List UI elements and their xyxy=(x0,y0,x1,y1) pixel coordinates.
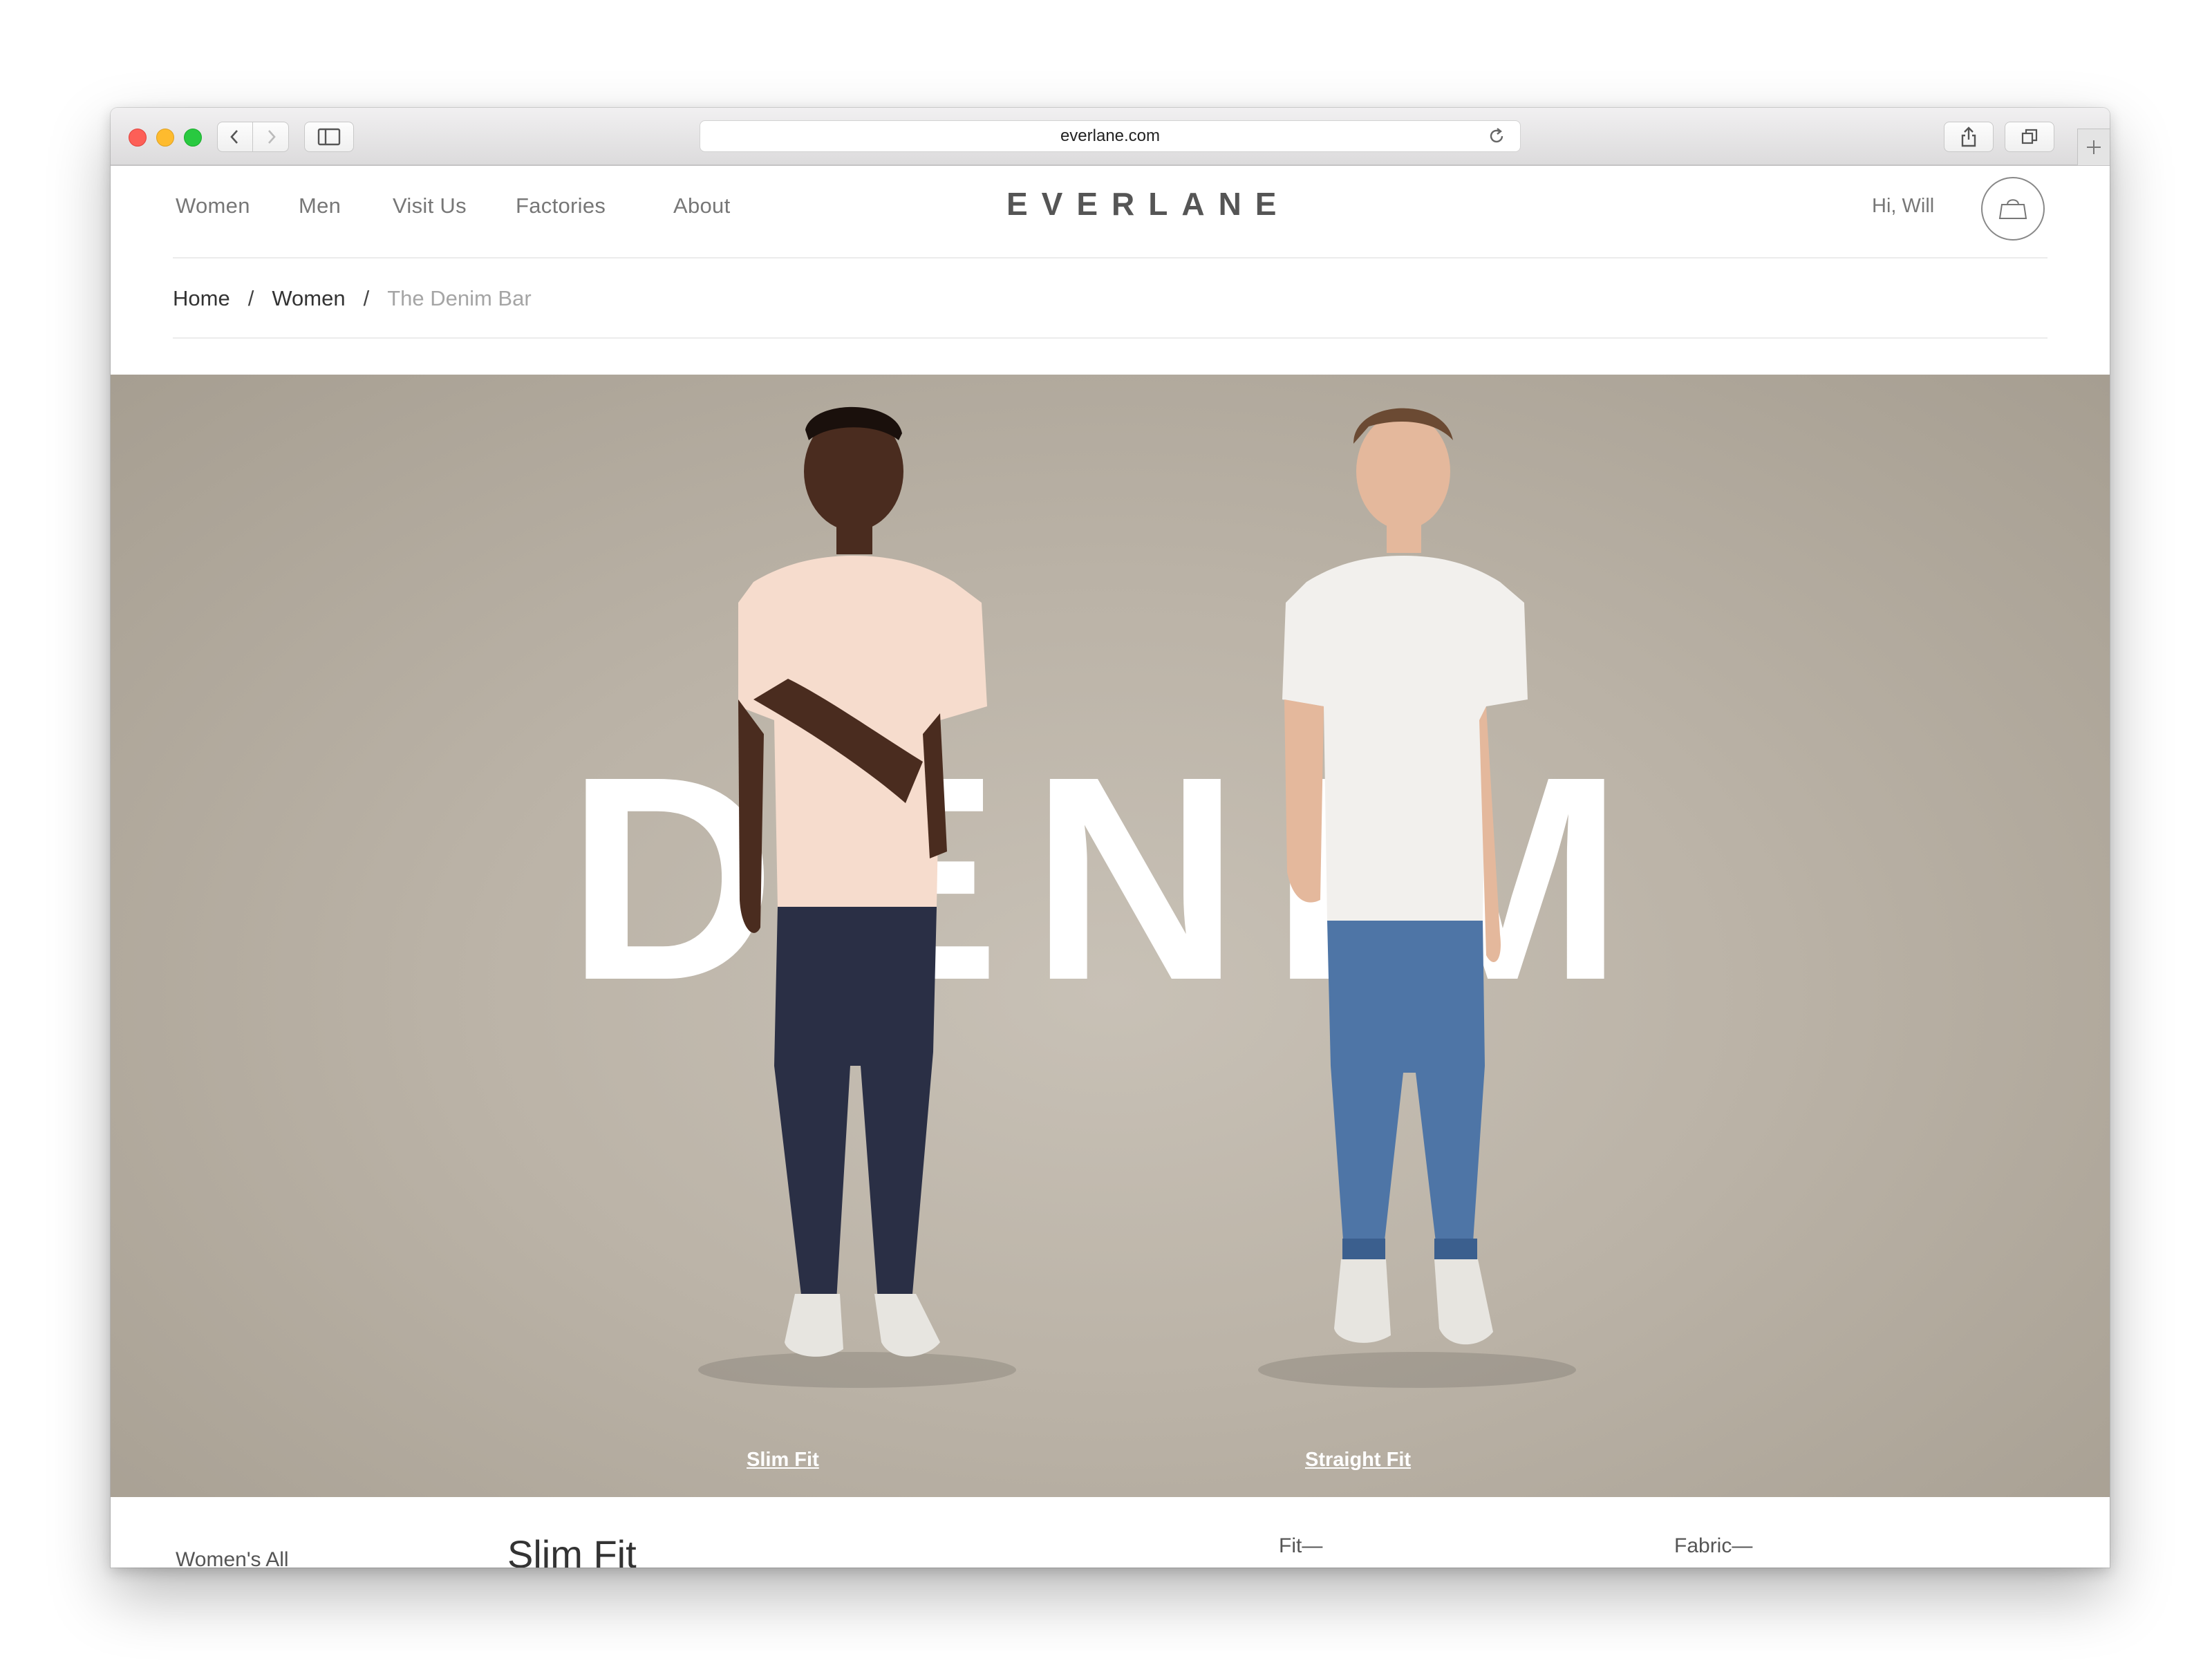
hero-heading: DENIM xyxy=(566,717,1654,1041)
minimize-window-button[interactable] xyxy=(156,129,174,147)
site-logo[interactable]: EVERLANE xyxy=(1006,185,1283,223)
straight-fit-link[interactable]: Straight Fit xyxy=(1305,1449,1411,1471)
share-button[interactable] xyxy=(1944,122,1994,152)
model-straight-fit-image xyxy=(1258,408,1576,1388)
plus-icon xyxy=(2087,140,2101,154)
model-slim-fit-image xyxy=(698,406,1016,1388)
chevron-right-icon xyxy=(268,130,276,144)
share-icon xyxy=(1961,126,1976,147)
address-bar[interactable]: everlane.com xyxy=(700,120,1521,152)
browser-toolbar: everlane.com xyxy=(111,108,2110,166)
nav-men[interactable]: Men xyxy=(299,194,341,218)
fabric-filter-label[interactable]: Fabric— xyxy=(1674,1534,1752,1558)
close-window-button[interactable] xyxy=(129,129,147,147)
breadcrumb-divider xyxy=(173,337,2047,339)
zoom-window-button[interactable] xyxy=(184,129,202,147)
forward-button[interactable] xyxy=(253,122,289,152)
section-title: Slim Fit xyxy=(507,1532,637,1568)
nav-visit-us[interactable]: Visit Us xyxy=(393,194,467,218)
fit-filter-label[interactable]: Fit— xyxy=(1279,1534,1322,1558)
shopping-bag-icon xyxy=(1998,199,2027,219)
header-divider xyxy=(173,257,2047,258)
cart-button[interactable] xyxy=(1981,177,2045,241)
chevron-left-icon xyxy=(230,130,238,144)
tabs-icon xyxy=(2021,129,2038,144)
new-tab-button[interactable] xyxy=(2077,129,2110,165)
breadcrumb-current: The Denim Bar xyxy=(387,286,532,310)
sidebar-icon xyxy=(317,128,341,146)
sidebar-category-label[interactable]: Women's All xyxy=(176,1548,289,1568)
breadcrumb: Home / Women / The Denim Bar xyxy=(173,286,532,311)
breadcrumb-separator: / xyxy=(363,286,370,310)
back-button[interactable] xyxy=(217,122,253,152)
reload-icon[interactable] xyxy=(1487,126,1506,146)
nav-women[interactable]: Women xyxy=(176,194,250,218)
url-text: everlane.com xyxy=(1060,126,1161,145)
nav-factories[interactable]: Factories xyxy=(516,194,606,218)
browser-window: everlane.com Women Men Visit Us Factorie… xyxy=(111,108,2110,1568)
breadcrumb-separator: / xyxy=(247,286,254,310)
account-greeting[interactable]: Hi, Will xyxy=(1872,195,1934,218)
sidebar-toggle-button[interactable] xyxy=(304,122,354,152)
tabs-overview-button[interactable] xyxy=(2005,122,2054,152)
slim-fit-link[interactable]: Slim Fit xyxy=(747,1449,819,1471)
hero-banner: DENIM Slim Fit Straight Fit xyxy=(111,375,2110,1497)
breadcrumb-home[interactable]: Home xyxy=(173,286,230,311)
breadcrumb-women[interactable]: Women xyxy=(272,286,345,311)
nav-about[interactable]: About xyxy=(673,194,731,218)
